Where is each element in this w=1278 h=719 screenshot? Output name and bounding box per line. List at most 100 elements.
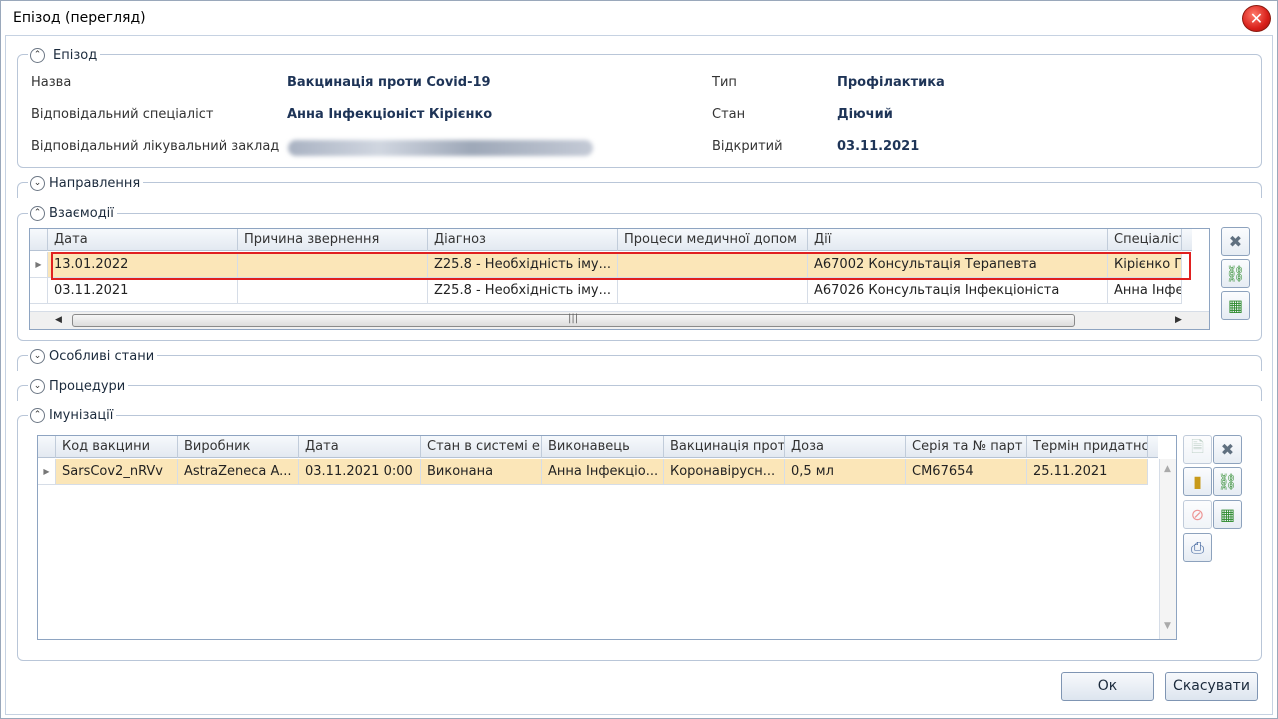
cell-care-process bbox=[618, 252, 808, 278]
interactions-section-header[interactable]: ⌃ Взаємодії bbox=[28, 204, 117, 222]
immunizations-section-header[interactable]: ⌃ Імунізації bbox=[28, 406, 117, 424]
cell-diagnosis: Z25.8 - Необхідність іму... bbox=[428, 252, 618, 278]
specialist-value: Анна Інфекціоніст Кірієнко bbox=[287, 107, 493, 122]
type-label: Тип bbox=[712, 75, 737, 90]
col-specialist[interactable]: Спеціаліст bbox=[1108, 229, 1182, 251]
episode-section-header[interactable]: ⌃ Епізод bbox=[28, 46, 101, 64]
cancel-button[interactable]: Скасувати bbox=[1165, 672, 1258, 701]
facility-value-redacted bbox=[288, 140, 593, 156]
opened-value: 03.11.2021 bbox=[837, 139, 920, 154]
referrals-group bbox=[17, 182, 1262, 198]
procedures-section-title: Процедури bbox=[49, 378, 126, 394]
row-indicator-icon: ▶ bbox=[38, 459, 56, 485]
specialist-label: Відповідальний спеціаліст bbox=[31, 107, 214, 122]
scroll-left-icon[interactable]: ◀ bbox=[55, 315, 62, 325]
table-row[interactable]: ▶ 13.01.2022 Z25.8 - Необхідність іму...… bbox=[30, 252, 1182, 278]
window-title: Епізод (перегляд) bbox=[13, 10, 146, 26]
col-reason[interactable]: Причина звернення bbox=[238, 229, 428, 251]
cell-diagnosis: Z25.8 - Необхідність іму... bbox=[428, 278, 618, 304]
print-icon[interactable]: ⎙ bbox=[1183, 533, 1212, 562]
cell-reason bbox=[238, 252, 428, 278]
link-icon[interactable]: ⛓ bbox=[1213, 467, 1242, 496]
tools-icon[interactable]: ✖ bbox=[1213, 435, 1242, 464]
cell-actions: A67026 Консультація Інфекціоніста bbox=[808, 278, 1108, 304]
col-batch[interactable]: Серія та № парт bbox=[906, 436, 1027, 458]
cancel-icon[interactable]: ⊘ bbox=[1183, 500, 1212, 529]
col-vaccine-code[interactable]: Код вакцини bbox=[56, 436, 178, 458]
expand-icon[interactable]: ⌄ bbox=[30, 378, 45, 394]
col-system-state[interactable]: Стан в системі е bbox=[421, 436, 542, 458]
name-label: Назва bbox=[31, 75, 72, 90]
dialog-body: ⌃ Епізод Назва Вакцинація проти Covid-19… bbox=[5, 35, 1273, 715]
cell-specialist: Анна Інфек bbox=[1108, 278, 1182, 304]
col-date[interactable]: Дата bbox=[299, 436, 421, 458]
cell-reason bbox=[238, 278, 428, 304]
expand-icon[interactable]: ⌄ bbox=[30, 175, 45, 191]
collapse-icon[interactable]: ⌃ bbox=[30, 407, 45, 423]
scroll-up-icon[interactable]: ▲ bbox=[1164, 464, 1171, 474]
state-value: Діючий bbox=[837, 107, 893, 122]
interactions-section-title: Взаємодії bbox=[49, 205, 114, 221]
cell-batch: CM67654 bbox=[906, 459, 1027, 485]
state-label: Стан bbox=[712, 107, 746, 122]
book-icon[interactable]: ▮ bbox=[1183, 467, 1212, 496]
episode-view-window: Епізод (перегляд) ✕ ⌃ Епізод Назва Вакци… bbox=[0, 0, 1278, 719]
interactions-grid: Дата Причина звернення Діагноз Процеси м… bbox=[29, 228, 1210, 330]
cell-expiry: 25.11.2021 bbox=[1027, 459, 1148, 485]
col-expiry[interactable]: Термін придатнс bbox=[1027, 436, 1148, 458]
vertical-scrollbar[interactable]: ▲ ▼ bbox=[1159, 459, 1176, 639]
spreadsheet-icon[interactable]: ▦ bbox=[1221, 291, 1250, 320]
type-value: Профілактика bbox=[837, 75, 945, 90]
cell-actions: A67002 Консультація Терапевта bbox=[808, 252, 1108, 278]
cell-specialist: Кірієнко П bbox=[1108, 252, 1182, 278]
col-date[interactable]: Дата bbox=[48, 229, 238, 251]
cell-date: 03.11.2021 bbox=[48, 278, 238, 304]
tools-icon[interactable]: ✖ bbox=[1221, 227, 1250, 256]
link-icon[interactable]: ⛓ bbox=[1221, 259, 1250, 288]
col-vaccination-against[interactable]: Вакцинація прот bbox=[664, 436, 785, 458]
cell-manufacturer: AstraZeneca A... bbox=[178, 459, 299, 485]
horizontal-scrollbar[interactable]: ◀ ||| ▶ bbox=[30, 311, 1209, 329]
col-diagnosis[interactable]: Діагноз bbox=[428, 229, 618, 251]
add-document-icon[interactable]: 🗎 bbox=[1183, 435, 1212, 464]
cell-vaccine-code: SarsCov2_nRVv bbox=[56, 459, 178, 485]
name-value: Вакцинація проти Covid-19 bbox=[287, 75, 491, 90]
scroll-down-icon[interactable]: ▼ bbox=[1164, 621, 1171, 631]
scroll-right-icon[interactable]: ▶ bbox=[1175, 315, 1182, 325]
referrals-section-title: Направлення bbox=[49, 175, 141, 191]
immunizations-section-title: Імунізації bbox=[49, 407, 114, 423]
ok-button[interactable]: Ок bbox=[1061, 672, 1154, 701]
interactions-header: Дата Причина звернення Діагноз Процеси м… bbox=[30, 229, 1192, 251]
immunizations-grid: Код вакцини Виробник Дата Стан в системі… bbox=[37, 435, 1177, 640]
special-states-section-title: Особливі стани bbox=[49, 348, 155, 364]
special-states-group bbox=[17, 355, 1262, 371]
close-icon[interactable]: ✕ bbox=[1242, 5, 1271, 32]
col-dose[interactable]: Доза bbox=[785, 436, 906, 458]
title-bar: Епізод (перегляд) ✕ bbox=[1, 1, 1277, 35]
col-actions[interactable]: Дії bbox=[808, 229, 1108, 251]
table-row[interactable]: ▶ SarsCov2_nRVv AstraZeneca A... 03.11.2… bbox=[38, 459, 1148, 485]
cell-date: 13.01.2022 bbox=[48, 252, 238, 278]
cell-performer: Анна Інфекціо... bbox=[542, 459, 664, 485]
col-performer[interactable]: Виконавець bbox=[542, 436, 664, 458]
facility-label: Відповідальний лікувальний заклад bbox=[31, 139, 280, 154]
scroll-thumb[interactable]: ||| bbox=[72, 313, 1075, 327]
special-states-section-header[interactable]: ⌄ Особливі стани bbox=[28, 347, 158, 365]
spreadsheet-icon[interactable]: ▦ bbox=[1213, 500, 1242, 529]
table-row[interactable]: 03.11.2021 Z25.8 - Необхідність іму... A… bbox=[30, 278, 1182, 304]
row-indicator-icon: ▶ bbox=[30, 252, 48, 278]
col-care-process[interactable]: Процеси медичної допом bbox=[618, 229, 808, 251]
col-manufacturer[interactable]: Виробник bbox=[178, 436, 299, 458]
opened-label: Відкритий bbox=[712, 139, 783, 154]
episode-section-label: Епізод bbox=[53, 47, 98, 63]
referrals-section-header[interactable]: ⌄ Направлення bbox=[28, 174, 144, 192]
cell-date: 03.11.2021 0:00 bbox=[299, 459, 421, 485]
cell-care-process bbox=[618, 278, 808, 304]
collapse-icon[interactable]: ⌃ bbox=[30, 205, 45, 221]
expand-icon[interactable]: ⌄ bbox=[30, 348, 45, 364]
collapse-icon[interactable]: ⌃ bbox=[30, 47, 45, 63]
procedures-group bbox=[17, 385, 1262, 401]
cell-system-state: Виконана bbox=[421, 459, 542, 485]
procedures-section-header[interactable]: ⌄ Процедури bbox=[28, 377, 129, 395]
immunizations-header: Код вакцини Виробник Дата Стан в системі… bbox=[38, 436, 1158, 458]
